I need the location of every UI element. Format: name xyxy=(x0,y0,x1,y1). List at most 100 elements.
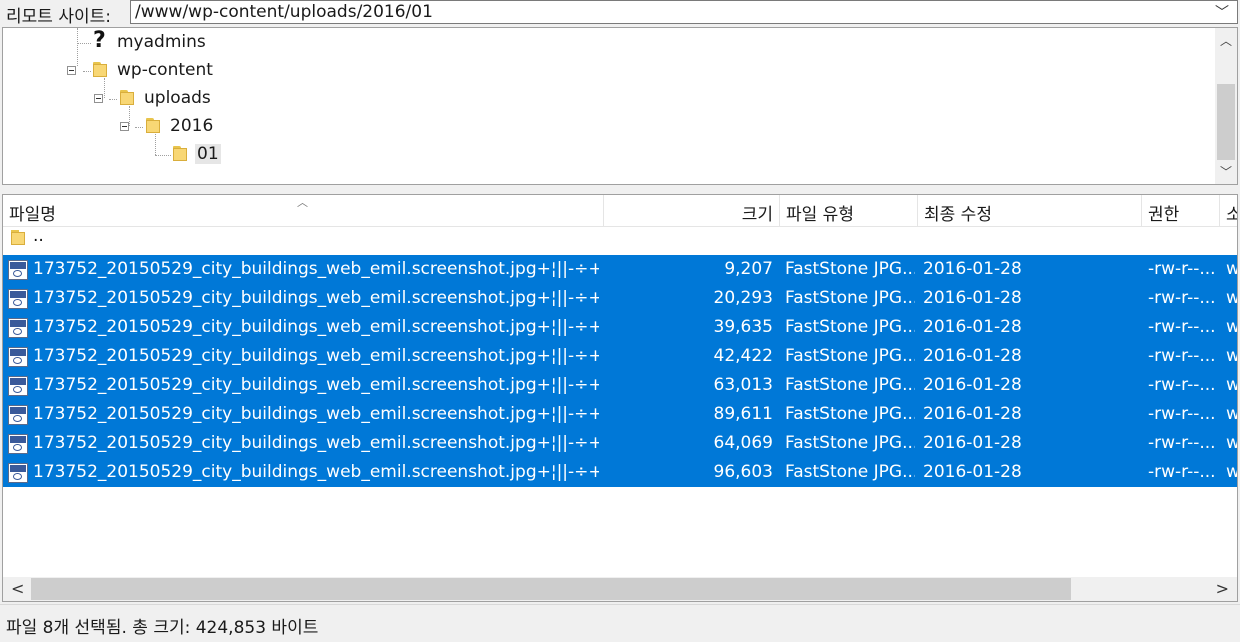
file-modified-cell: 2016-01-28 xyxy=(923,346,1022,366)
file-size-cell: 63,013 xyxy=(713,375,773,395)
file-owner-cell: w xyxy=(1226,404,1237,424)
column-header-label: 소 xyxy=(1226,200,1237,225)
file-name-cell: 173752_20150529_city_buildings_web_emil.… xyxy=(33,462,599,482)
image-file-icon xyxy=(8,289,28,309)
file-size-cell: 96,603 xyxy=(713,462,773,482)
file-list-header: ︿ 파일명 크기 파일 유형 최종 수정 권한 소 xyxy=(3,195,1237,227)
file-type-cell: FastStone JPG... xyxy=(785,404,915,424)
file-name-cell: 173752_20150529_city_buildings_web_emil.… xyxy=(33,375,599,395)
tree-item-myadmins[interactable]: ? myadmins xyxy=(93,28,213,54)
tree-item-label: wp-content xyxy=(117,60,213,80)
file-perms-cell: -rw-r--... xyxy=(1148,259,1216,279)
file-modified-cell: 2016-01-28 xyxy=(923,259,1022,279)
image-file-icon xyxy=(8,434,28,454)
collapse-uploads-toggle[interactable] xyxy=(94,94,103,103)
scroll-up-icon[interactable]: ︿ xyxy=(1220,32,1232,49)
column-header-label: 크기 xyxy=(741,205,773,225)
file-size-cell: 89,611 xyxy=(713,404,773,424)
file-size-cell: 20,293 xyxy=(713,288,773,308)
column-header-owner[interactable]: 소 xyxy=(1220,195,1237,226)
tree-item-01[interactable]: 01 xyxy=(173,142,233,166)
file-type-cell: FastStone JPG... xyxy=(785,462,915,482)
file-row[interactable]: 173752_20150529_city_buildings_web_emil.… xyxy=(3,400,1237,429)
file-type-cell: FastStone JPG... xyxy=(785,375,915,395)
file-modified-cell: 2016-01-28 xyxy=(923,433,1022,453)
tree-connector xyxy=(155,155,171,156)
collapse-2016-toggle[interactable] xyxy=(120,122,129,131)
image-file-icon xyxy=(8,347,28,367)
column-header-label: 파일명 xyxy=(9,205,56,225)
folder-icon xyxy=(173,146,187,162)
collapse-wp-content-toggle[interactable] xyxy=(67,66,76,75)
file-row[interactable]: 173752_20150529_city_buildings_web_emil.… xyxy=(3,313,1237,342)
file-row[interactable]: 173752_20150529_city_buildings_web_emil.… xyxy=(3,371,1237,400)
column-header-modified[interactable]: 최종 수정 xyxy=(918,195,1142,226)
file-owner-cell: w xyxy=(1226,259,1237,279)
image-file-icon xyxy=(8,463,28,483)
column-header-permissions[interactable]: 권한 xyxy=(1142,195,1220,226)
file-perms-cell: -rw-r--... xyxy=(1148,375,1216,395)
column-header-label: 최종 수정 xyxy=(924,205,992,225)
tree-item-label: 01 xyxy=(195,144,221,164)
folder-icon xyxy=(11,230,25,246)
file-row[interactable]: 173752_20150529_city_buildings_web_emil.… xyxy=(3,342,1237,371)
tree-connector xyxy=(109,99,117,100)
file-owner-cell: w xyxy=(1226,317,1237,337)
file-size-cell: 64,069 xyxy=(713,433,773,453)
scrollbar-thumb[interactable] xyxy=(31,578,1071,600)
scrollbar-thumb[interactable] xyxy=(1217,84,1235,160)
remote-path-value[interactable]: /www/wp-content/uploads/2016/01 xyxy=(135,2,433,22)
column-header-name[interactable]: 파일명 xyxy=(3,195,604,226)
tree-item-2016[interactable]: 2016 xyxy=(146,114,226,138)
chevron-down-icon[interactable]: ﹀ xyxy=(1215,2,1229,22)
image-file-icon xyxy=(8,376,28,396)
image-file-icon xyxy=(8,260,28,280)
file-modified-cell: 2016-01-28 xyxy=(923,375,1022,395)
column-header-type[interactable]: 파일 유형 xyxy=(780,195,918,226)
file-size-cell: 42,422 xyxy=(713,346,773,366)
remote-site-bar: 리모트 사이트: /www/wp-content/uploads/2016/01… xyxy=(0,0,1240,27)
remote-path-combobox[interactable]: /www/wp-content/uploads/2016/01 ﹀ xyxy=(130,0,1238,24)
file-type-cell: FastStone JPG... xyxy=(785,346,915,366)
file-type-cell: FastStone JPG... xyxy=(785,259,915,279)
file-row[interactable]: 173752_20150529_city_buildings_web_emil.… xyxy=(3,255,1237,284)
file-name-cell: 173752_20150529_city_buildings_web_emil.… xyxy=(33,404,599,424)
scroll-down-icon[interactable]: ﹀ xyxy=(1220,163,1232,180)
file-perms-cell: -rw-r--... xyxy=(1148,404,1216,424)
tree-vertical-scrollbar[interactable]: ︿ ﹀ xyxy=(1215,28,1237,184)
file-name-cell: 173752_20150529_city_buildings_web_emil.… xyxy=(33,346,599,366)
tree-connector xyxy=(135,127,143,128)
remote-site-label: 리모트 사이트: xyxy=(6,7,111,27)
file-modified-cell: 2016-01-28 xyxy=(923,288,1022,308)
tree-connector xyxy=(77,28,78,66)
tree-item-label: 2016 xyxy=(170,116,214,136)
file-perms-cell: -rw-r--... xyxy=(1148,317,1216,337)
file-perms-cell: -rw-r--... xyxy=(1148,462,1216,482)
column-header-label: 권한 xyxy=(1148,205,1180,225)
file-owner-cell: w xyxy=(1226,433,1237,453)
tree-connector xyxy=(77,43,91,44)
file-perms-cell: -rw-r--... xyxy=(1148,288,1216,308)
column-header-size[interactable]: 크기 xyxy=(604,195,780,226)
list-horizontal-scrollbar[interactable]: < > xyxy=(3,577,1237,601)
scroll-right-icon[interactable]: > xyxy=(1216,579,1229,598)
tree-item-label: myadmins xyxy=(117,32,206,52)
folder-icon xyxy=(120,90,134,106)
remote-directory-tree: ? myadmins wp-content uploads 2016 01 ︿ … xyxy=(2,27,1238,185)
column-header-label: 파일 유형 xyxy=(786,205,854,225)
file-row[interactable]: 173752_20150529_city_buildings_web_emil.… xyxy=(3,284,1237,313)
tree-item-wp-content[interactable]: wp-content xyxy=(93,58,223,82)
status-text: 파일 8개 선택됨. 총 크기: 424,853 바이트 xyxy=(6,618,319,638)
file-row[interactable]: 173752_20150529_city_buildings_web_emil.… xyxy=(3,429,1237,458)
image-file-icon xyxy=(8,405,28,425)
scroll-left-icon[interactable]: < xyxy=(11,579,24,598)
file-owner-cell: w xyxy=(1226,288,1237,308)
parent-directory-label: .. xyxy=(33,226,44,246)
parent-directory-row[interactable]: .. xyxy=(3,226,1237,254)
file-name-cell: 173752_20150529_city_buildings_web_emil.… xyxy=(33,433,599,453)
file-owner-cell: w xyxy=(1226,346,1237,366)
image-file-icon xyxy=(8,318,28,338)
tree-item-uploads[interactable]: uploads xyxy=(120,86,230,110)
file-perms-cell: -rw-r--... xyxy=(1148,346,1216,366)
file-row[interactable]: 173752_20150529_city_buildings_web_emil.… xyxy=(3,458,1237,487)
